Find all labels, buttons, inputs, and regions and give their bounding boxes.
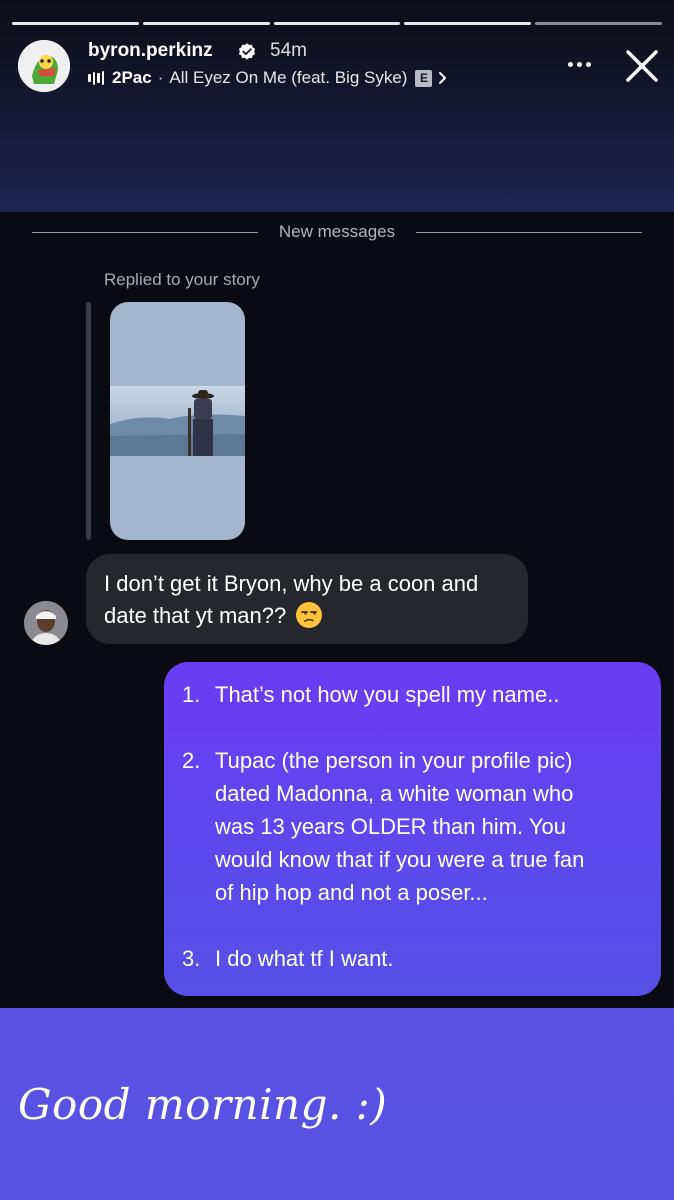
progress-segment (273, 22, 401, 25)
incoming-message-bubble: I don’t get it Bryon, why be a coon and … (86, 554, 528, 644)
progress-segment-active (535, 22, 662, 25)
list-text-line: was 13 years OLDER than him. You (215, 814, 566, 839)
progress-segment (142, 22, 270, 25)
audio-bars-icon (88, 71, 104, 85)
outgoing-message-bubble: 1. That’s not how you spell my name.. 2.… (164, 662, 661, 996)
incoming-message-line-2: date that yt man?? (104, 600, 510, 632)
progress-segment (404, 22, 532, 25)
divider-line-left (32, 232, 258, 233)
list-item: 2. Tupac (the person in your profile pic… (182, 744, 643, 909)
music-attribution[interactable]: 2Pac · All Eyez On Me (feat. Big Syke) E (88, 67, 448, 89)
list-item: 1. That’s not how you spell my name.. (182, 678, 643, 711)
list-text: That’s not how you spell my name.. (215, 682, 560, 707)
list-number: 1. (182, 682, 201, 707)
story-progress-bar (12, 22, 662, 25)
replied-to-story-label: Replied to your story (104, 270, 260, 289)
story-thumbnail-image (110, 386, 245, 456)
list-number: 2. (182, 748, 201, 773)
more-options-button[interactable] (564, 54, 594, 74)
list-text: I do what tf I want. (215, 946, 394, 971)
sender-avatar-image (24, 601, 68, 645)
story-reply-thumbnail[interactable] (110, 302, 245, 540)
list-number: 3. (182, 946, 201, 971)
avatar-image (18, 40, 70, 92)
story-timestamp: 54m (270, 40, 307, 61)
explicit-badge: E (415, 69, 433, 87)
close-icon[interactable] (622, 46, 662, 86)
more-icon-dot (576, 61, 582, 67)
song-title: All Eyez On Me (feat. Big Syke) (169, 68, 408, 87)
song-separator: · (157, 68, 164, 87)
progress-segment (12, 22, 139, 25)
story-header-area (0, 0, 674, 212)
story-avatar[interactable] (18, 40, 70, 92)
list-text-line: dated Madonna, a white woman who (215, 781, 574, 806)
list-text-line: Tupac (the person in your profile pic) (215, 748, 573, 773)
more-icon-dot (585, 61, 591, 67)
chevron-right-icon (439, 72, 447, 84)
unamused-face-icon (296, 602, 323, 628)
incoming-message-text: date that yt man?? (104, 603, 287, 628)
reply-indicator-bar (86, 302, 91, 540)
sender-avatar[interactable] (24, 601, 68, 645)
verified-badge-icon (238, 43, 256, 60)
list-text-line: of hip hop and not a poser... (215, 880, 488, 905)
new-messages-divider: New messages (278, 222, 396, 241)
story-username[interactable]: byron.perkinz (88, 40, 213, 62)
list-text-line: would know that if you were a true fan (215, 847, 585, 872)
story-caption: Good morning. :) (18, 1080, 388, 1129)
list-item: 3. I do what tf I want. (182, 942, 643, 975)
list-text-block: Tupac (the person in your profile pic) d… (215, 744, 584, 909)
song-artist: 2Pac (112, 68, 152, 87)
more-icon-dot (567, 61, 573, 67)
divider-line-right (416, 232, 642, 233)
incoming-message-line: I don’t get it Bryon, why be a coon and (104, 571, 479, 596)
